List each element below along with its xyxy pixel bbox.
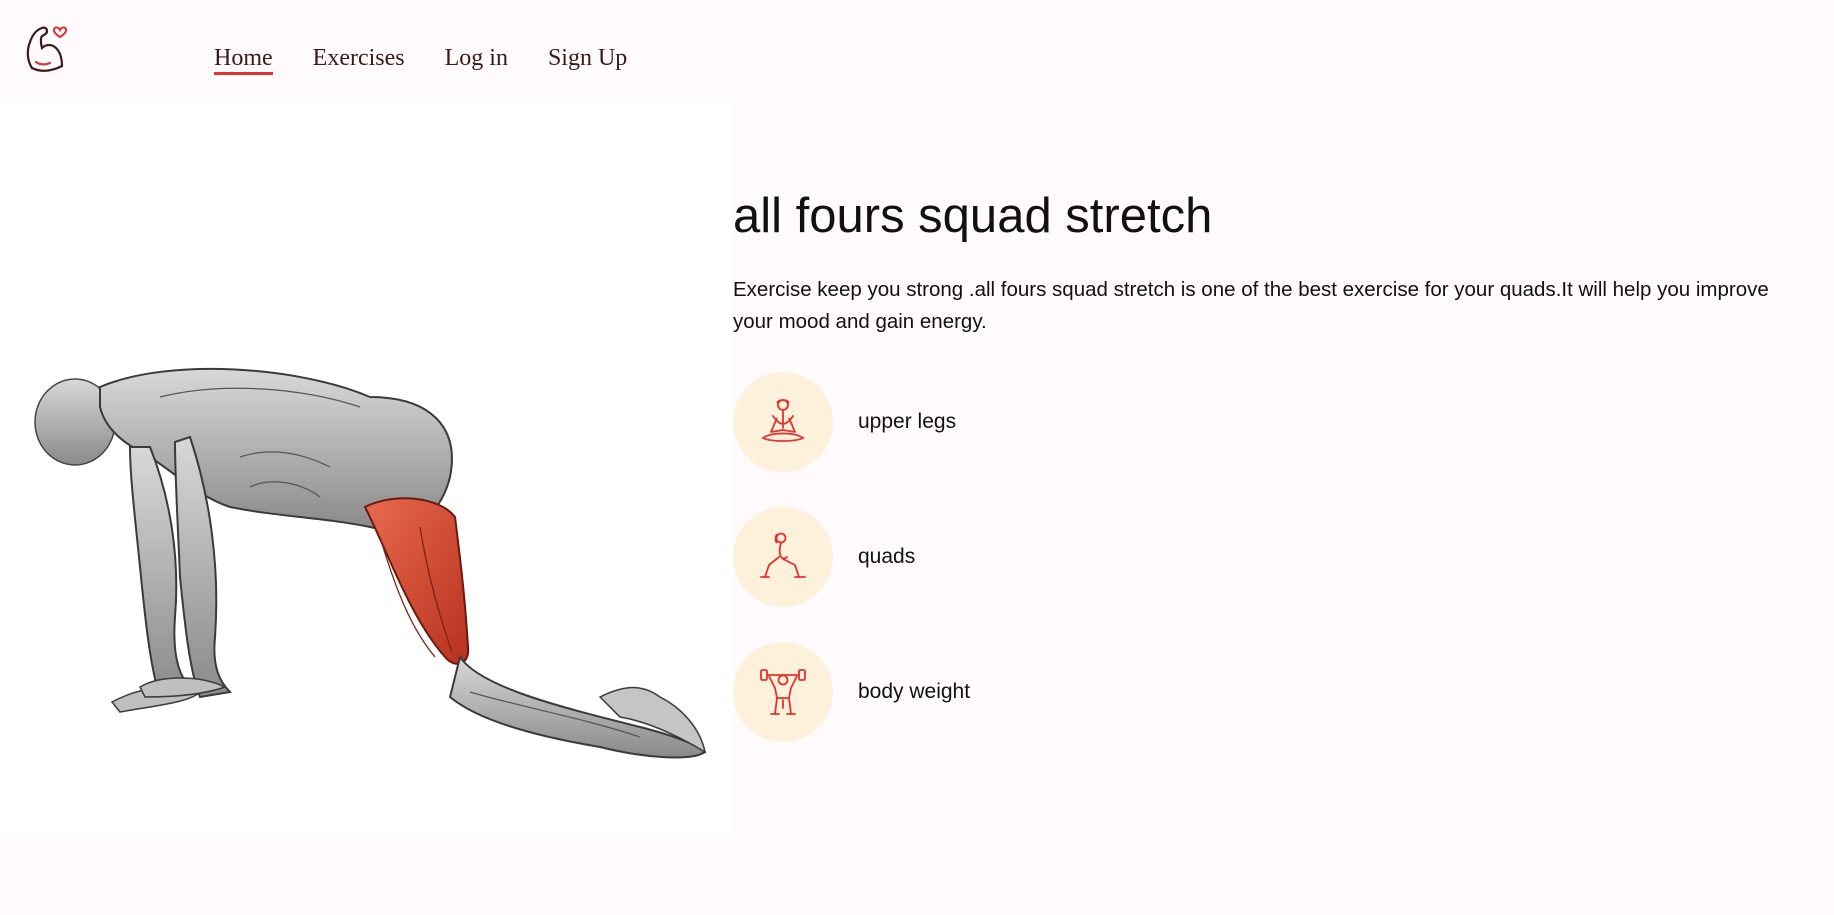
nav-links: Home Exercises Log in Sign Up [214,46,627,75]
dumbbell-lift-icon [760,668,806,715]
navbar: Home Exercises Log in Sign Up [0,0,1834,96]
exercise-illustration [34,367,707,759]
tag-body-part: upper legs [733,371,1813,472]
nav-signup-link[interactable]: Sign Up [548,46,627,75]
tag-icon-circle [733,641,833,742]
flexed-arm-heart-icon [26,26,68,72]
tag-label: upper legs [858,409,957,433]
tag-icon-circle [733,506,833,607]
nav-login-link[interactable]: Log in [445,46,508,75]
tag-icon-circle [733,371,833,472]
exercise-image [0,97,733,839]
tag-equipment: body weight [733,641,1813,742]
tag-label: quads [858,544,916,568]
meditation-pose-icon [761,398,805,442]
nav-exercises-link[interactable]: Exercises [313,46,405,75]
logo[interactable] [22,22,74,76]
exercise-tags: upper legs quads body weight [733,371,1813,742]
lunge-pose-icon [760,532,806,578]
tag-target-muscle: quads [733,506,1813,607]
tag-label: body weight [858,679,971,703]
exercise-detail: all fours squad stretch Exercise keep yo… [733,189,1813,777]
nav-home-link[interactable]: Home [214,46,273,75]
exercise-description: Exercise keep you strong .all fours squa… [733,277,1769,333]
exercise-title: all fours squad stretch [733,189,1213,243]
